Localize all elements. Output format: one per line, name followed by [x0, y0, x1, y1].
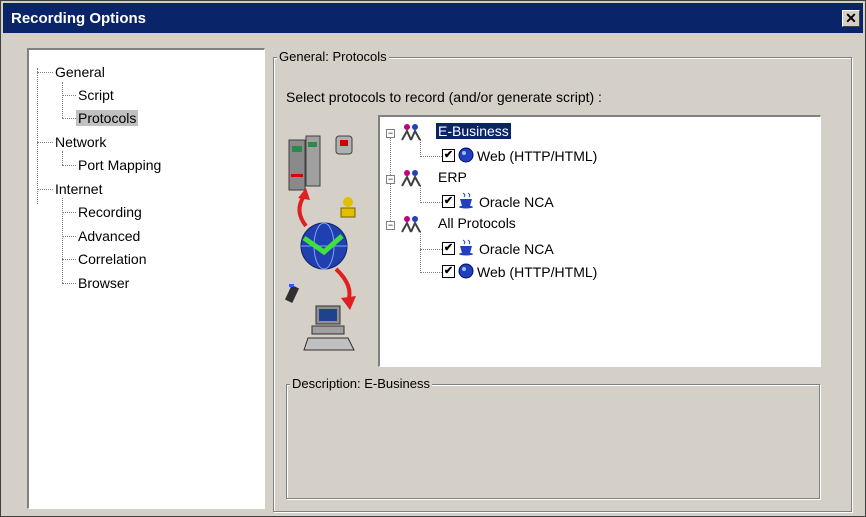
protocol-label-oracle-nca-all[interactable]: Oracle NCA — [479, 241, 554, 258]
tree-connector — [62, 118, 76, 119]
group-label-e-business[interactable]: E-Business — [435, 122, 512, 140]
tree-connector — [420, 272, 442, 273]
checkbox-oracle-nca-all[interactable]: ✔ — [442, 242, 455, 255]
tree-connector — [62, 212, 76, 213]
tree-connector — [420, 202, 442, 203]
tree-connector — [62, 283, 76, 284]
group-label-all-protocols[interactable]: All Protocols — [438, 215, 516, 232]
nav-item-general[interactable]: General — [55, 64, 105, 80]
nav-item-port-mapping[interactable]: Port Mapping — [78, 157, 161, 173]
nav-item-script[interactable]: Script — [78, 87, 114, 103]
protocol-label-web[interactable]: Web (HTTP/HTML) — [477, 148, 597, 165]
tree-connector — [420, 156, 442, 157]
nav-item-advanced[interactable]: Advanced — [78, 228, 140, 244]
desktop-computer-icon — [303, 305, 355, 351]
nav-item-recording[interactable]: Recording — [78, 204, 142, 220]
tree-connector — [37, 189, 53, 190]
group-title: General: Protocols — [277, 49, 389, 64]
group-people-icon — [401, 216, 421, 233]
recording-options-dialog: Recording Options ✕ General Script Proto… — [0, 0, 866, 517]
collapse-icon: − — [387, 220, 394, 230]
mobile-phone-icon — [284, 284, 300, 303]
tree-connector — [62, 236, 76, 237]
protocols-prompt: Select protocols to record (and/or gener… — [286, 89, 602, 105]
collapse-icon: − — [387, 174, 394, 184]
tree-connector — [420, 185, 421, 203]
group-people-icon — [401, 124, 421, 141]
check-icon: ✔ — [443, 195, 454, 207]
check-icon: ✔ — [443, 242, 454, 254]
tree-connector — [62, 198, 63, 283]
title-bar[interactable]: Recording Options ✕ — [3, 3, 863, 33]
tree-connector — [62, 165, 76, 166]
expander-erp[interactable]: − — [386, 175, 395, 184]
protocol-tree[interactable]: − E-Business ✔ Web (HTTP/HTML) − ERP ✔ O… — [378, 115, 821, 367]
java-cup-icon — [459, 239, 473, 256]
nav-item-protocols[interactable]: Protocols — [76, 110, 139, 126]
description-title: Description: E-Business — [290, 376, 432, 391]
tree-connector — [37, 68, 38, 204]
network-illustration — [284, 135, 356, 351]
user-icon — [340, 197, 356, 218]
collapse-icon: − — [387, 128, 394, 138]
nav-item-internet[interactable]: Internet — [55, 181, 102, 197]
expander-e-business[interactable]: − — [386, 129, 395, 138]
tree-connector — [37, 142, 53, 143]
tree-connector — [62, 259, 76, 260]
expander-all-protocols[interactable]: − — [386, 221, 395, 230]
check-icon: ✔ — [443, 149, 454, 161]
close-button[interactable]: ✕ — [842, 10, 860, 27]
server-icon — [288, 135, 353, 191]
check-icon: ✔ — [443, 265, 454, 277]
protocol-label-oracle-nca[interactable]: Oracle NCA — [479, 194, 554, 211]
close-icon: ✕ — [845, 10, 857, 26]
window-title: Recording Options — [11, 10, 146, 27]
globe-icon — [300, 222, 348, 270]
nav-item-browser[interactable]: Browser — [78, 275, 129, 291]
tree-connector — [62, 95, 76, 96]
tree-connector — [420, 139, 421, 157]
protocol-label-web-all[interactable]: Web (HTTP/HTML) — [477, 264, 597, 281]
checkbox-oracle-nca[interactable]: ✔ — [442, 195, 455, 208]
tree-connector — [420, 231, 421, 273]
globe-icon — [458, 263, 474, 279]
description-group-box — [286, 384, 820, 499]
tree-connector — [420, 249, 442, 250]
options-nav-tree[interactable]: General Script Protocols Network Port Ma… — [27, 48, 265, 509]
checkbox-web-http-html[interactable]: ✔ — [442, 149, 455, 162]
tree-connector — [62, 151, 63, 165]
tree-connector — [37, 72, 53, 73]
tree-connector — [62, 82, 63, 118]
checkbox-web-http-html-all[interactable]: ✔ — [442, 265, 455, 278]
nav-item-network[interactable]: Network — [55, 134, 106, 150]
group-people-icon — [401, 170, 421, 187]
globe-icon — [458, 147, 474, 163]
nav-item-correlation[interactable]: Correlation — [78, 251, 146, 267]
group-label-erp[interactable]: ERP — [438, 169, 467, 186]
java-cup-icon — [459, 192, 473, 209]
